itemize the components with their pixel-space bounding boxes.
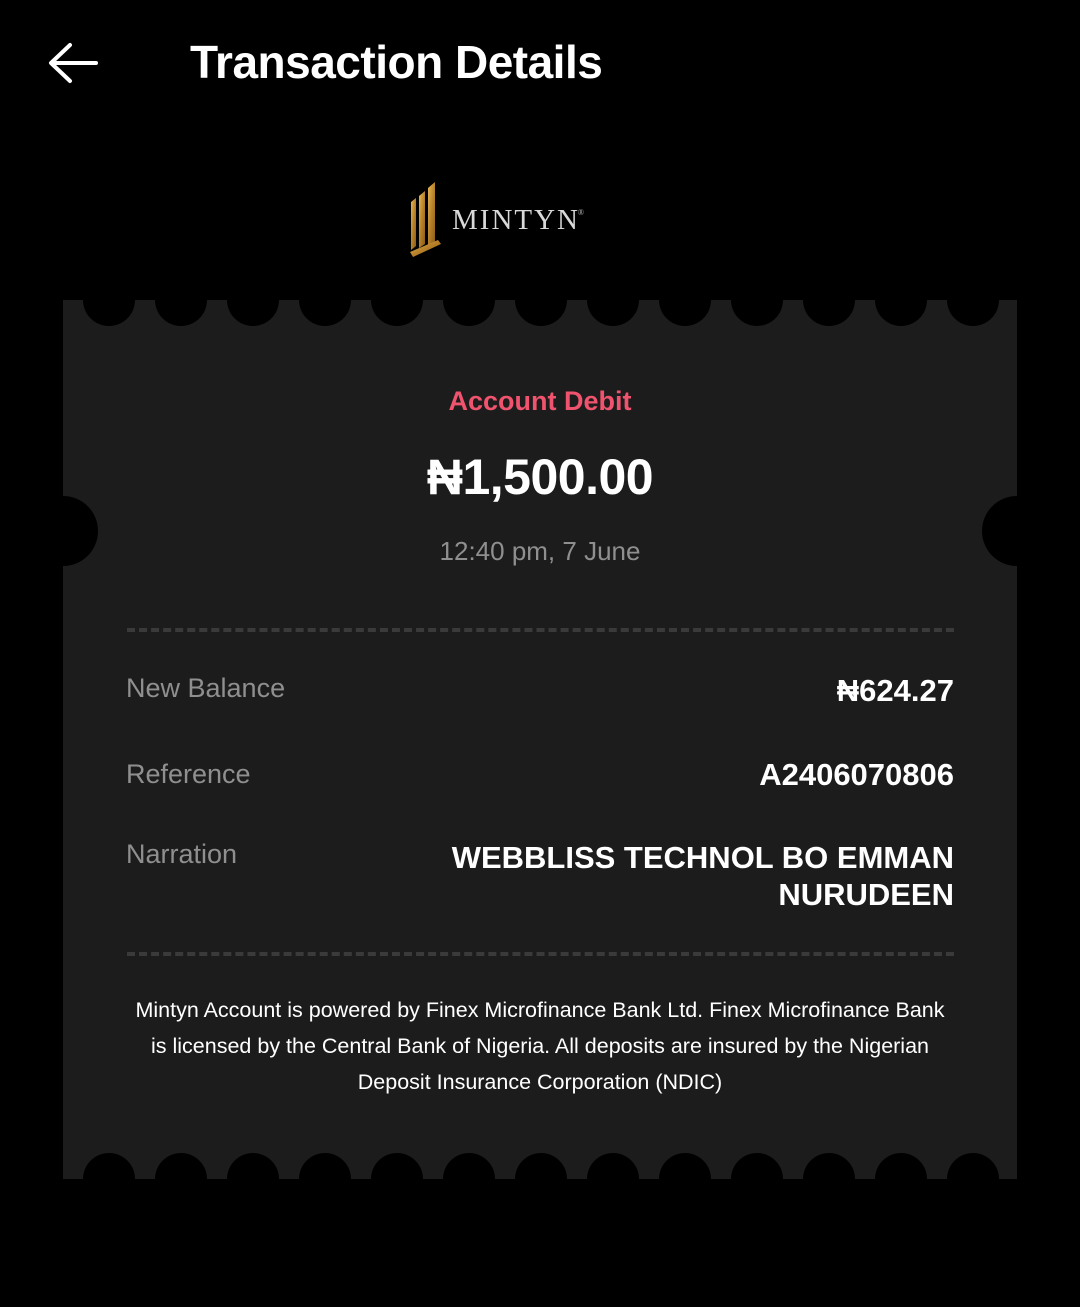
page-title: Transaction Details bbox=[190, 36, 603, 88]
mintyn-pillar-logo-icon bbox=[410, 182, 441, 257]
transaction-datetime: 12:40 pm, 7 June bbox=[439, 536, 641, 566]
new-balance-label: New Balance bbox=[126, 673, 286, 703]
transaction-type: Account Debit bbox=[448, 386, 632, 416]
registered-mark: ® bbox=[577, 207, 586, 217]
reference-value[interactable]: A2406070806 bbox=[759, 756, 954, 794]
logo-text: MINTYN bbox=[452, 203, 580, 236]
narration-label: Narration bbox=[126, 839, 238, 869]
divider bbox=[127, 628, 954, 632]
arrow-left-icon bbox=[49, 43, 98, 83]
regulatory-disclaimer: Mintyn Account is powered by Finex Micro… bbox=[135, 998, 945, 1094]
mintyn-wordmark: MINTYN ® bbox=[452, 203, 584, 237]
app-header: Transaction Details bbox=[0, 0, 1080, 130]
divider bbox=[127, 952, 954, 956]
back-button[interactable] bbox=[40, 38, 106, 90]
transaction-amount: ₦1,500.00 bbox=[426, 449, 654, 505]
new-balance-value: ₦624.27 bbox=[836, 673, 954, 708]
reference-label: Reference bbox=[126, 759, 251, 789]
receipt-card: Account Debit ₦1,500.00 12:40 pm, 7 June… bbox=[63, 300, 1017, 1179]
narration-value: WEBBLISS TECHNOL BO EMMAN NURUDEEN bbox=[451, 840, 954, 912]
mintyn-logo: MINTYN ® bbox=[408, 178, 584, 260]
